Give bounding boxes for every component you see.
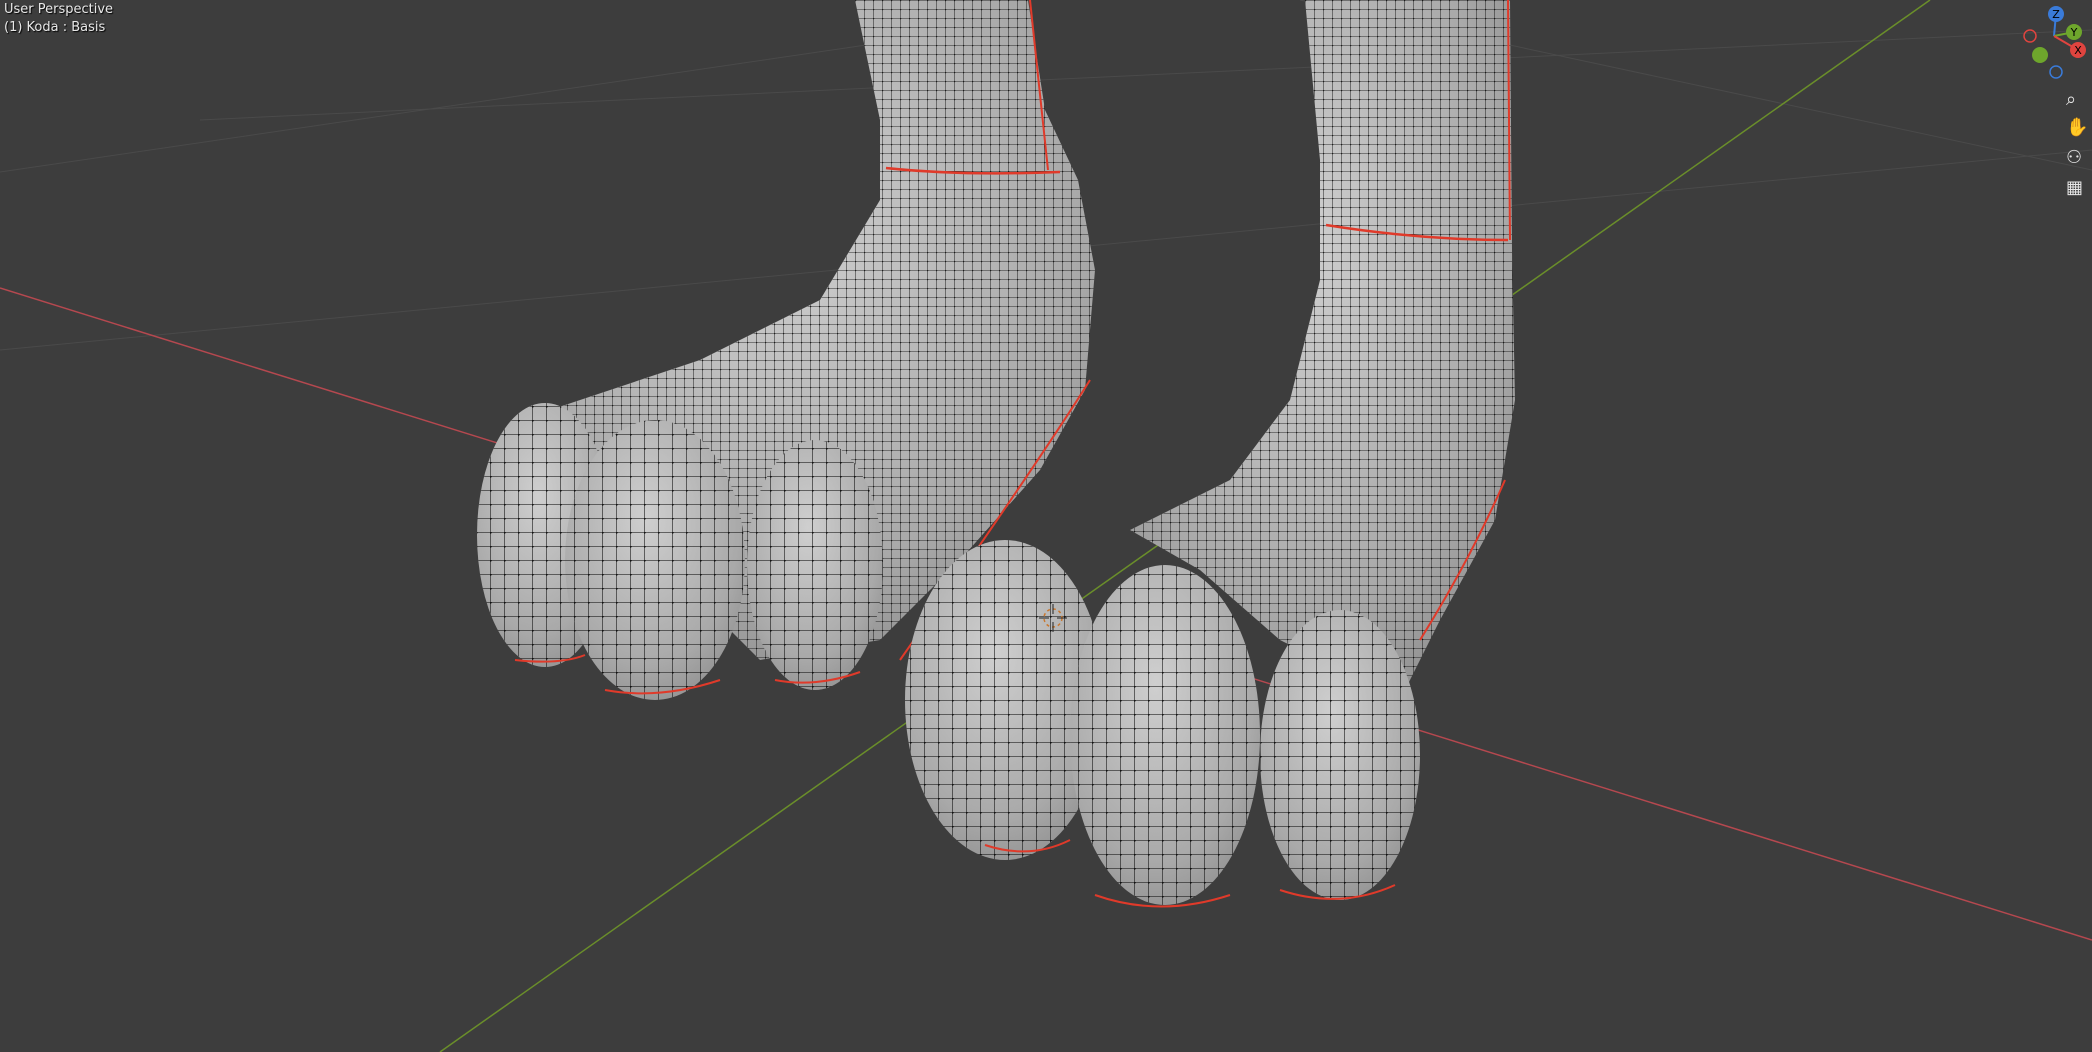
grid-perspective-icon[interactable]: ▦	[2066, 174, 2092, 200]
gizmo-z-neg	[2049, 65, 2063, 79]
view-name-label: User Perspective	[4, 2, 114, 17]
left-toes	[477, 403, 883, 700]
camera-icon[interactable]: ⚇	[2066, 144, 2092, 170]
object-name-label: (1) Koda : Basis	[4, 20, 106, 35]
zoom-icon[interactable]: ⌕	[2066, 86, 2092, 112]
gizmo-z-label: Z	[2052, 8, 2060, 21]
3d-viewport[interactable]: User Perspective (1) Koda : Basis Z Y X …	[0, 0, 2092, 1052]
gizmo-x-neg	[2023, 29, 2037, 43]
gizmo-x-label: X	[2074, 44, 2082, 57]
scene-canvas[interactable]	[0, 0, 2092, 1052]
navigation-gizmo[interactable]: Z Y X	[2016, 2, 2092, 82]
pan-hand-icon[interactable]: ✋	[2066, 114, 2092, 140]
gizmo-y-neg	[2032, 47, 2048, 63]
gizmo-y-label: Y	[2070, 26, 2078, 39]
